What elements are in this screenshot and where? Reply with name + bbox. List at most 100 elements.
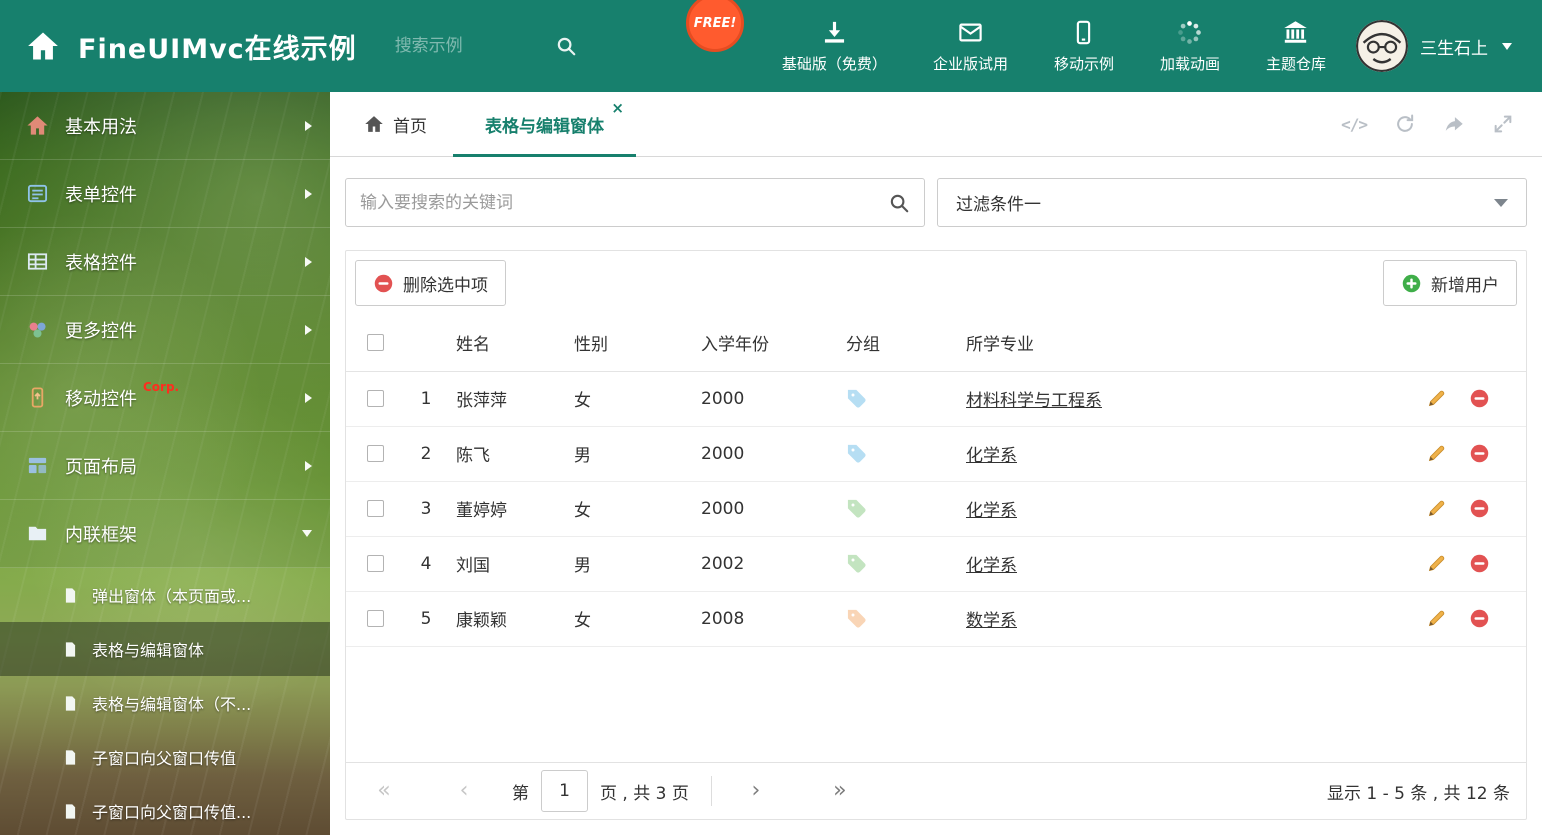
search-icon[interactable] bbox=[555, 35, 577, 57]
row-gender: 女 bbox=[574, 391, 591, 411]
keyword-search-input[interactable] bbox=[360, 192, 888, 213]
sidebar-item-mobile-controls[interactable]: 移动控件 Corp. bbox=[0, 364, 330, 432]
major-link[interactable]: 化学系 bbox=[966, 446, 1017, 466]
code-icon[interactable]: </> bbox=[1341, 115, 1368, 134]
add-user-button[interactable]: 新增用户 bbox=[1383, 260, 1517, 306]
next-page-icon[interactable]: › bbox=[734, 780, 778, 802]
chevron-down-icon bbox=[302, 530, 312, 537]
tag-icon bbox=[846, 608, 867, 629]
nav-item-loading-animation[interactable]: 加载动画 bbox=[1160, 19, 1220, 74]
major-link[interactable]: 化学系 bbox=[966, 556, 1017, 576]
column-year: 入学年份 bbox=[701, 335, 769, 356]
app-title: FineUIMvc在线示例 bbox=[78, 33, 357, 65]
column-group: 分组 bbox=[846, 335, 880, 356]
edit-icon[interactable] bbox=[1426, 388, 1447, 409]
row-index: 1 bbox=[420, 388, 432, 409]
sidebar-item-basic-usage[interactable]: 基本用法 bbox=[0, 92, 330, 160]
column-actions bbox=[1416, 315, 1526, 371]
page-number-input[interactable] bbox=[541, 770, 588, 812]
edit-icon[interactable] bbox=[1426, 553, 1447, 574]
chevron-down-icon bbox=[1494, 198, 1508, 207]
nav-item-basic-free[interactable]: 基础版（免费） bbox=[782, 19, 887, 74]
sidebar-subitem-popup-window[interactable]: 弹出窗体（本页面或... bbox=[0, 568, 330, 622]
row-name: 康颖颖 bbox=[456, 611, 507, 631]
user-menu[interactable]: 三生石上 bbox=[1356, 20, 1512, 72]
row-year: 2002 bbox=[701, 553, 745, 574]
column-major: 所学专业 bbox=[966, 335, 1034, 356]
header-search bbox=[394, 35, 577, 57]
nav-item-enterprise-trial[interactable]: 企业版试用 bbox=[933, 19, 1008, 74]
app-header: FineUIMvc在线示例 FREE! 基础版（免费） 企业版试用 移动示例 bbox=[0, 0, 1542, 92]
page-label-suffix: 页 , 共 3 页 bbox=[600, 783, 689, 804]
tag-icon bbox=[846, 553, 867, 574]
major-link[interactable]: 材料科学与工程系 bbox=[966, 391, 1102, 411]
nav-item-label: 企业版试用 bbox=[932, 54, 1008, 73]
edit-icon[interactable] bbox=[1426, 443, 1447, 464]
divider bbox=[710, 776, 712, 806]
download-icon bbox=[821, 19, 848, 46]
grid-icon bbox=[26, 250, 49, 273]
sidebar-subitem-child-to-parent-2[interactable]: 子窗口向父窗口传值... bbox=[0, 784, 330, 835]
major-link[interactable]: 数学系 bbox=[966, 611, 1017, 631]
sidebar-subitem-grid-edit-window[interactable]: 表格与编辑窗体 bbox=[0, 622, 330, 676]
nav-item-theme-store[interactable]: 主题仓库 bbox=[1266, 19, 1326, 74]
minus-circle-icon bbox=[373, 273, 394, 294]
delete-icon[interactable] bbox=[1469, 388, 1490, 409]
refresh-icon[interactable] bbox=[1394, 113, 1416, 135]
row-year: 2000 bbox=[701, 498, 745, 519]
prev-page-icon[interactable]: ‹ bbox=[442, 780, 486, 802]
edit-icon[interactable] bbox=[1426, 498, 1447, 519]
delete-selected-button[interactable]: 删除选中项 bbox=[355, 260, 506, 306]
delete-icon[interactable] bbox=[1469, 553, 1490, 574]
sidebar-subitem-child-to-parent[interactable]: 子窗口向父窗口传值 bbox=[0, 730, 330, 784]
mobile-icon bbox=[26, 386, 49, 409]
row-checkbox[interactable] bbox=[367, 500, 384, 517]
edit-icon[interactable] bbox=[1426, 608, 1447, 629]
grid-panel: 删除选中项 新增用户 姓名 性别 入学年份 分组 所学专业 1 张萍萍 女 20… bbox=[345, 250, 1527, 820]
nav-item-label: 主题仓库 bbox=[1265, 54, 1326, 73]
sidebar-item-page-layout[interactable]: 页面布局 bbox=[0, 432, 330, 500]
expand-icon[interactable] bbox=[1492, 113, 1514, 135]
mobile-icon bbox=[1070, 19, 1097, 46]
column-gender: 性别 bbox=[574, 335, 608, 356]
select-all-checkbox[interactable] bbox=[367, 334, 384, 352]
home-icon[interactable] bbox=[26, 29, 60, 63]
major-link[interactable]: 化学系 bbox=[966, 501, 1017, 521]
free-badge: FREE! bbox=[686, 0, 744, 52]
first-page-icon[interactable]: « bbox=[362, 780, 406, 802]
sidebar-item-grid-controls[interactable]: 表格控件 bbox=[0, 228, 330, 296]
grid-toolbar: 删除选中项 新增用户 bbox=[346, 251, 1526, 315]
row-checkbox[interactable] bbox=[367, 555, 384, 572]
delete-icon[interactable] bbox=[1469, 498, 1490, 519]
filter-row: 过滤条件一 bbox=[345, 178, 1527, 227]
share-icon[interactable] bbox=[1443, 113, 1465, 135]
sidebar-item-inline-frame[interactable]: 内联框架 bbox=[0, 500, 330, 568]
table-row: 1 张萍萍 女 2000 材料科学与工程系 bbox=[346, 371, 1526, 426]
table-row: 4 刘国 男 2002 化学系 bbox=[346, 536, 1526, 591]
chevron-right-icon bbox=[305, 256, 312, 267]
filter-dropdown[interactable]: 过滤条件一 bbox=[937, 178, 1527, 227]
plus-circle-icon bbox=[1401, 273, 1422, 294]
close-icon[interactable]: × bbox=[611, 101, 624, 116]
sidebar-item-form-controls[interactable]: 表单控件 bbox=[0, 160, 330, 228]
tab-home[interactable]: 首页 bbox=[338, 92, 453, 156]
search-icon[interactable] bbox=[888, 192, 910, 214]
row-index: 5 bbox=[420, 608, 432, 629]
file-icon bbox=[62, 587, 79, 604]
row-checkbox[interactable] bbox=[367, 445, 384, 462]
tab-grid-edit-window[interactable]: 表格与编辑窗体 × bbox=[453, 92, 636, 157]
delete-icon[interactable] bbox=[1469, 443, 1490, 464]
delete-icon[interactable] bbox=[1469, 608, 1490, 629]
sidebar-item-more-controls[interactable]: 更多控件 bbox=[0, 296, 330, 364]
tag-icon bbox=[846, 498, 867, 519]
row-name: 董婷婷 bbox=[456, 501, 507, 521]
row-checkbox[interactable] bbox=[367, 390, 384, 407]
last-page-icon[interactable]: » bbox=[818, 780, 862, 802]
chevron-right-icon bbox=[305, 460, 312, 471]
column-name: 姓名 bbox=[456, 335, 490, 356]
sidebar-subitem-grid-edit-window-2[interactable]: 表格与编辑窗体（不... bbox=[0, 676, 330, 730]
chevron-right-icon bbox=[305, 120, 312, 131]
nav-item-mobile-demo[interactable]: 移动示例 bbox=[1054, 19, 1114, 74]
row-checkbox[interactable] bbox=[367, 610, 384, 627]
header-search-input[interactable] bbox=[394, 36, 545, 56]
